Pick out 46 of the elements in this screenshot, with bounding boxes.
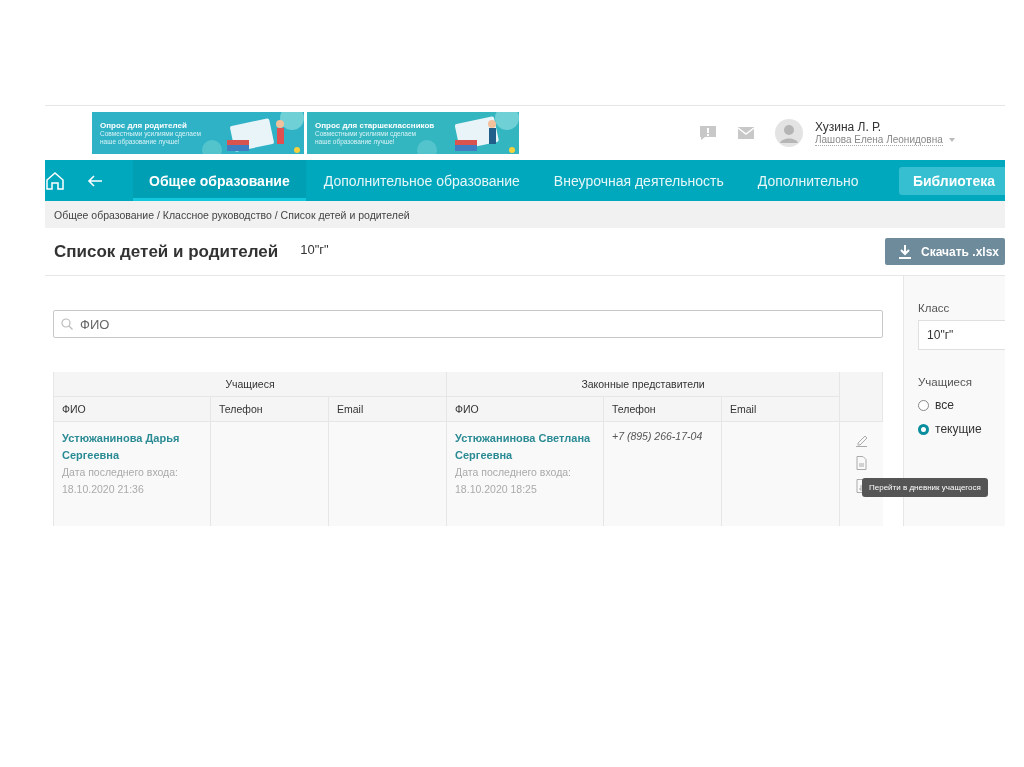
nav-tab[interactable]: Общее образование — [133, 160, 306, 201]
group-header: Законные представители — [446, 372, 840, 397]
person-name-link[interactable]: Устюжанинова Дарья Сергеевна — [62, 430, 202, 464]
last-login-date: 18.10.2020 21:36 — [62, 482, 145, 497]
user-role-link[interactable]: Лашова Елена Леонидовна — [815, 134, 943, 146]
person-name-link[interactable]: Устюжанинова Светлана Сергеевна — [455, 430, 596, 464]
breadcrumb: Общее образование / Классное руководство / Список детей и родителей — [54, 208, 410, 221]
page-title: Список детей и родителей — [54, 241, 279, 262]
download-icon — [899, 244, 912, 259]
mail-icon[interactable] — [737, 125, 755, 141]
column-header: ФИО — [446, 396, 604, 422]
last-login-label: Дата последнего входа: — [62, 465, 179, 480]
search-icon — [61, 318, 73, 330]
nav-tab[interactable]: Внеурочная деятельность — [537, 160, 740, 201]
last-login-label: Дата последнего входа: — [455, 465, 573, 480]
nav-tab[interactable]: Дополнительное образование — [307, 160, 536, 201]
library-button[interactable]: Библиотека — [898, 166, 1005, 195]
tooltip: Перейти в дневник учащегося — [862, 478, 988, 497]
search-field[interactable]: ФИО — [53, 310, 884, 338]
radio-option[interactable]: текущие — [918, 422, 982, 436]
radio-icon[interactable] — [918, 399, 930, 411]
phone-number: +7 (895) 266-17-04 — [612, 430, 703, 442]
column-header: ФИО — [53, 396, 211, 422]
download-button[interactable]: Скачать .xlsx — [885, 238, 1005, 265]
back-arrow-icon[interactable] — [87, 172, 103, 189]
radio-icon[interactable] — [918, 423, 930, 435]
class-name: 10"г" — [300, 242, 329, 257]
banner-title: Опрос для родителей — [99, 120, 188, 130]
class-label: Класс — [918, 302, 950, 314]
last-login-date: 18.10.2020 18:25 — [455, 482, 538, 497]
caret-icon[interactable] — [948, 138, 955, 142]
user-name: Хузина Л. Р. — [815, 120, 883, 134]
nav-tab[interactable]: Дополнительно — [741, 160, 875, 201]
group-header: Учащиеся — [53, 372, 447, 397]
pencil-icon[interactable] — [854, 433, 868, 447]
students-label: Учащиеся — [918, 376, 972, 388]
home-icon[interactable] — [45, 170, 65, 191]
alert-icon[interactable] — [699, 125, 717, 141]
class-select[interactable]: 10"г" — [918, 320, 1005, 350]
banner-title: Опрос для старшеклассников — [314, 120, 436, 130]
column-header: Email — [721, 396, 840, 422]
radio-option[interactable]: все — [918, 398, 954, 412]
column-header: Телефон — [603, 396, 722, 422]
column-header: Телефон — [210, 396, 329, 422]
column-header: Email — [328, 396, 447, 422]
avatar-icon[interactable] — [775, 119, 803, 147]
